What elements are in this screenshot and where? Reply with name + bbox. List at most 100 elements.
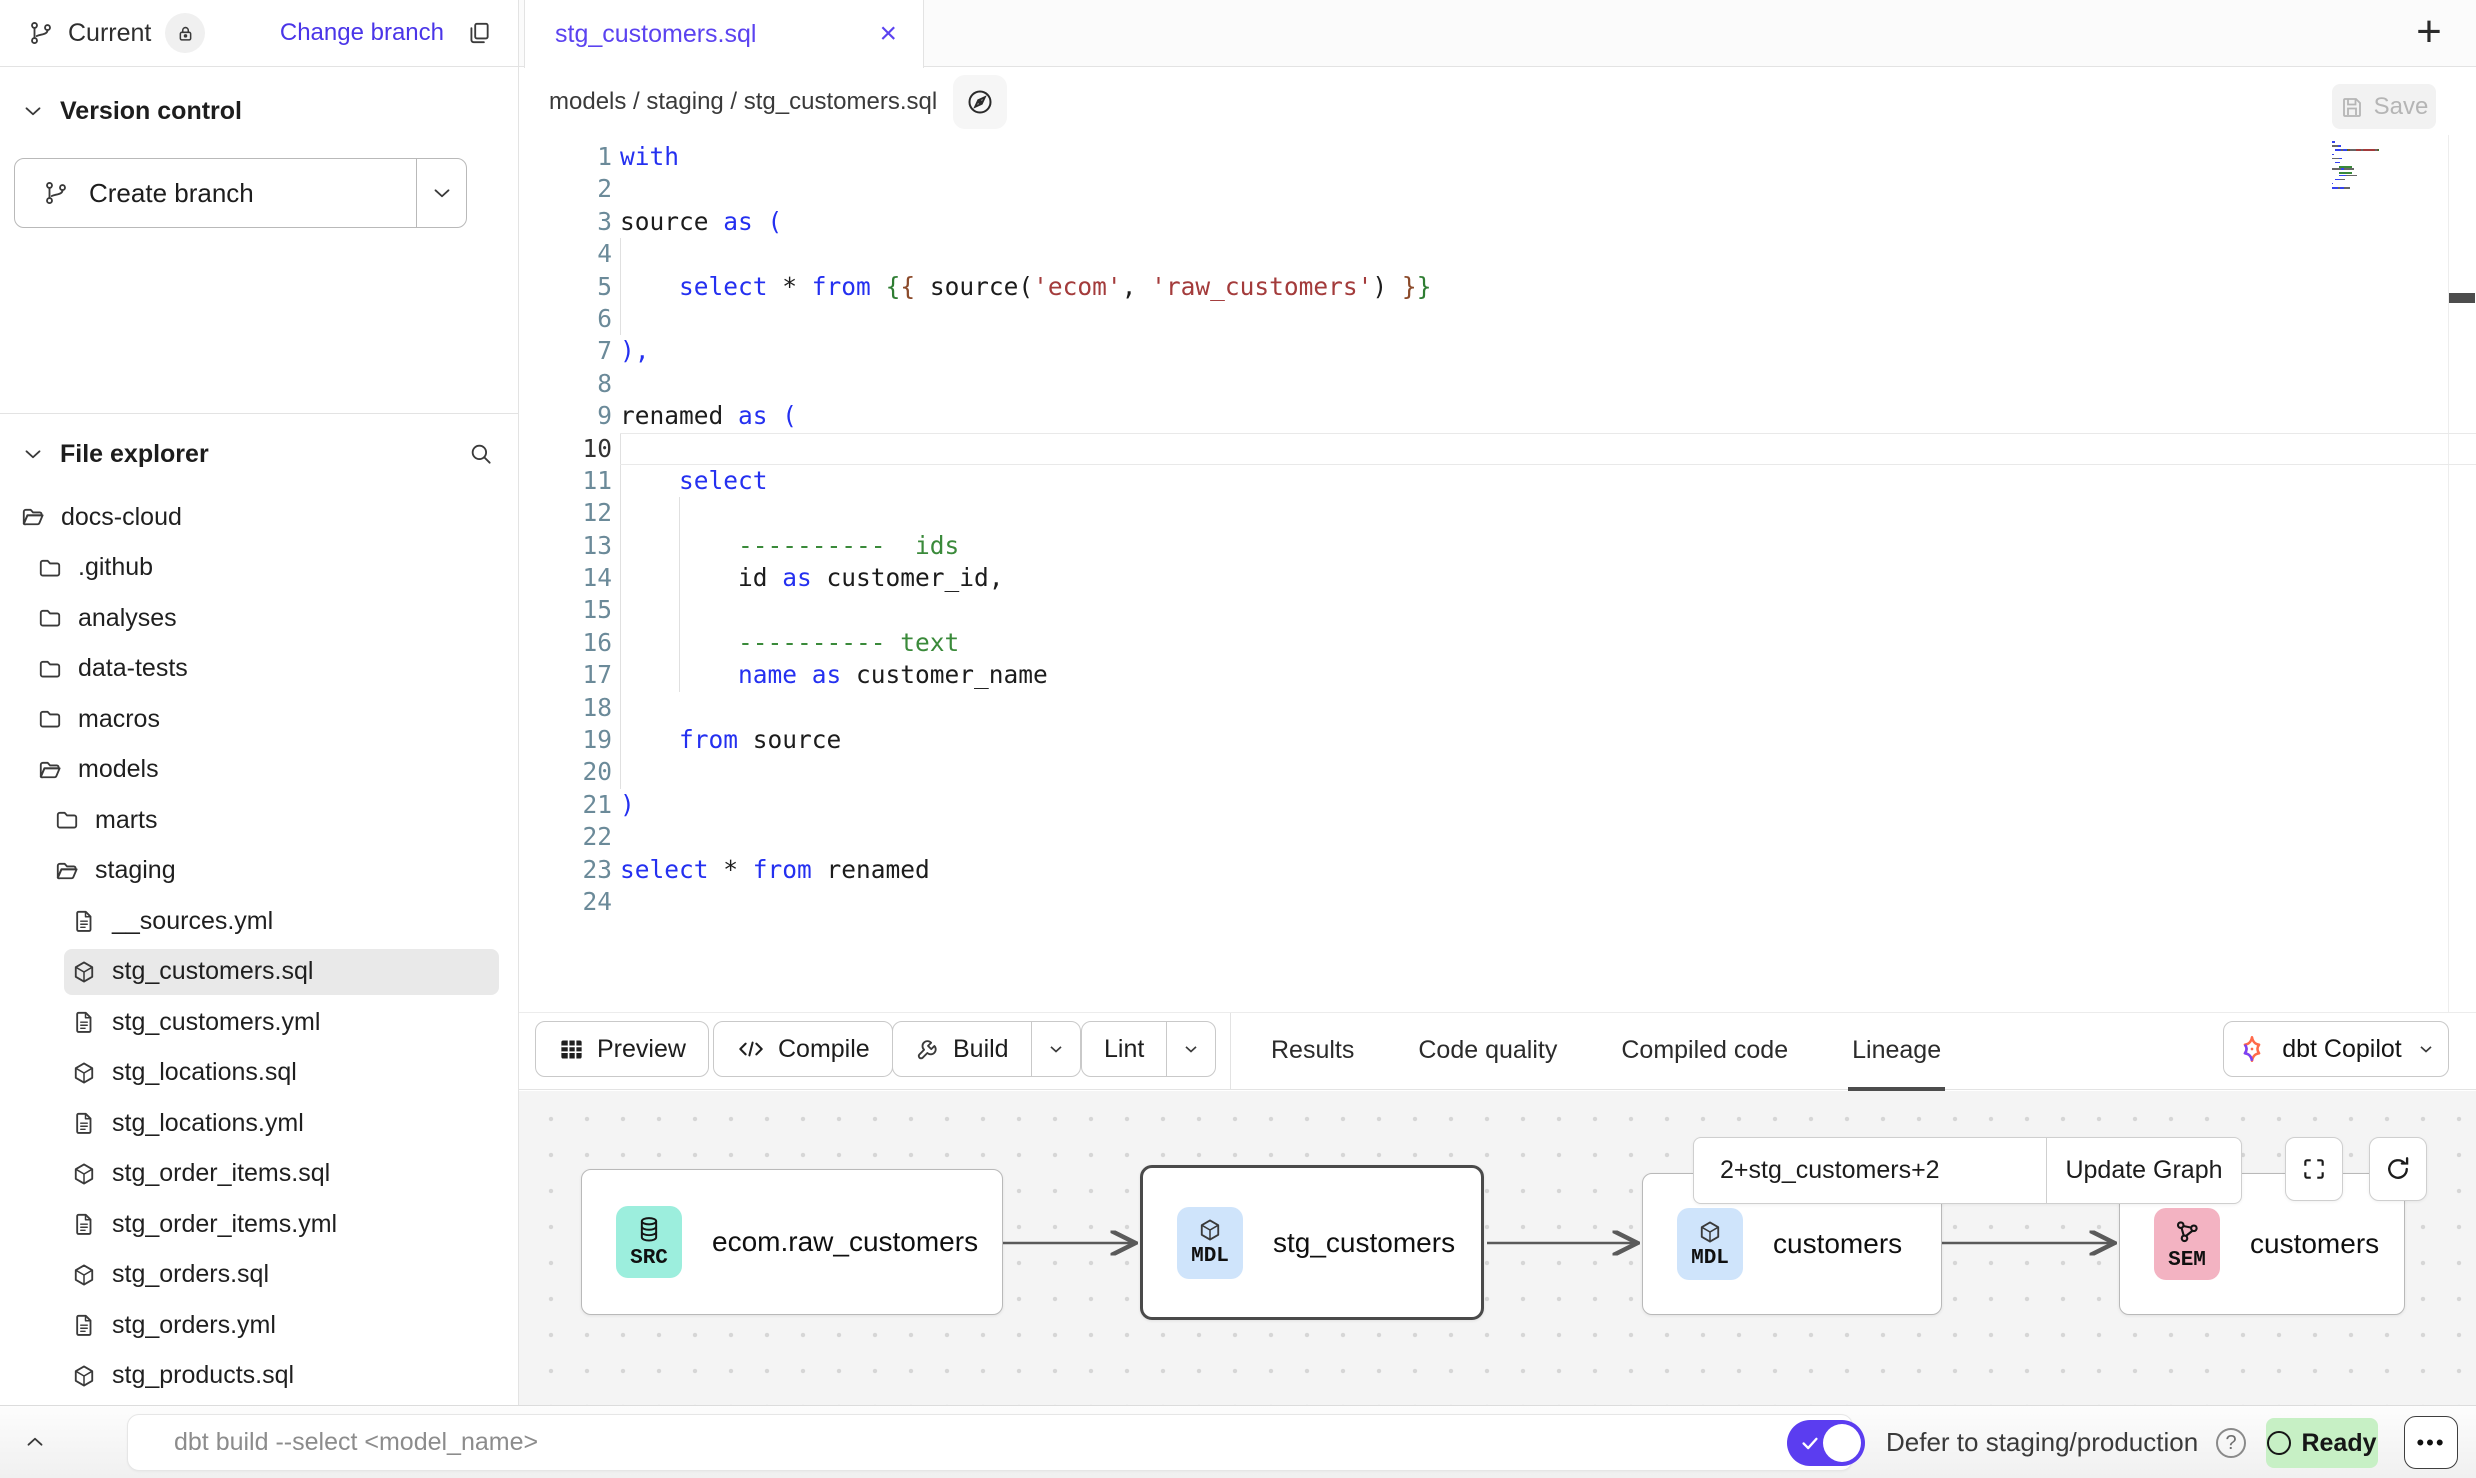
tree-item-stg-products-sql[interactable]: stg_products.sql <box>0 1351 518 1402</box>
collapse-panel-button[interactable] <box>0 1429 70 1455</box>
tree-item-stg-orders-sql[interactable]: stg_orders.sql <box>0 1250 518 1301</box>
code-line-11[interactable]: 11 select <box>519 465 2476 497</box>
panel-tab-code-quality[interactable]: Code quality <box>1414 1013 1561 1091</box>
folder-open-icon <box>54 858 80 884</box>
code-line-22[interactable]: 22 <box>519 821 2476 853</box>
help-icon[interactable]: ? <box>2216 1428 2246 1458</box>
lineage-node-stg-customers-mdl[interactable]: MDLstg_customers <box>1140 1165 1484 1320</box>
tab-title: stg_customers.sql <box>555 20 756 49</box>
code-line-16[interactable]: 16 ---------- text <box>519 627 2476 659</box>
compile-button[interactable]: Compile <box>713 1021 893 1077</box>
code-token: as <box>782 563 826 592</box>
command-input[interactable]: dbt build --select <model_name> <box>127 1414 1853 1471</box>
lineage-node-ecom-raw-customers-src[interactable]: SRCecom.raw_customers <box>581 1169 1003 1315</box>
copilot-compass-chip[interactable] <box>953 75 1007 129</box>
chevron-down-icon <box>20 441 46 467</box>
create-branch-main[interactable]: Create branch <box>15 159 416 227</box>
code-line-4[interactable]: 4 <box>519 238 2476 270</box>
code-line-2[interactable]: 2 <box>519 173 2476 205</box>
code-token: ( <box>782 401 797 430</box>
dbt-copilot-button[interactable]: dbt Copilot <box>2223 1021 2449 1077</box>
tree-item-analyses[interactable]: analyses <box>0 593 518 644</box>
copy-icon[interactable] <box>466 20 492 46</box>
tree-item-stg-customers-yml[interactable]: stg_customers.yml <box>0 997 518 1048</box>
panel-tab-compiled-code[interactable]: Compiled code <box>1617 1013 1792 1091</box>
indent-guide <box>679 530 680 562</box>
save-button[interactable]: Save <box>2332 84 2436 129</box>
code-token: ---------- text <box>738 628 959 657</box>
version-control-header[interactable]: Version control <box>0 79 518 143</box>
change-branch-link[interactable]: Change branch <box>280 19 444 47</box>
tree-item-stg-orders-yml[interactable]: stg_orders.yml <box>0 1300 518 1351</box>
close-icon[interactable]: × <box>879 19 897 49</box>
editor-tab-stg-customers[interactable]: stg_customers.sql × <box>524 0 924 68</box>
code-line-5[interactable]: 5 select * from {{ source('ecom', 'raw_c… <box>519 271 2476 303</box>
status-bar: dbt build --select <model_name> Defer to… <box>0 1405 2476 1478</box>
tree-item-marts[interactable]: marts <box>0 795 518 846</box>
file-name: stg_locations.sql <box>112 1058 297 1087</box>
version-control-title: Version control <box>60 97 242 126</box>
code-line-14[interactable]: 14 id as customer_id, <box>519 562 2476 594</box>
preview-button[interactable]: Preview <box>535 1021 709 1077</box>
tree-item--github[interactable]: .github <box>0 543 518 594</box>
code-line-15[interactable]: 15 <box>519 594 2476 626</box>
code-token: from <box>812 272 886 301</box>
code-token <box>620 725 679 754</box>
code-line-12[interactable]: 12 <box>519 497 2476 529</box>
build-button[interactable]: Build <box>892 1021 1081 1077</box>
code-line-19[interactable]: 19 from source <box>519 724 2476 756</box>
file-explorer-header[interactable]: File explorer <box>0 422 518 486</box>
search-icon[interactable] <box>468 441 494 467</box>
tree-item--sources-yml[interactable]: __sources.yml <box>0 896 518 947</box>
code-token: source( <box>930 272 1033 301</box>
code-line-17[interactable]: 17 name as customer_name <box>519 659 2476 691</box>
lint-dropdown[interactable] <box>1166 1022 1215 1076</box>
branch-bar: Current Change branch <box>0 0 518 67</box>
create-branch-button[interactable]: Create branch <box>14 158 467 228</box>
update-graph-button[interactable]: Update Graph <box>2046 1138 2241 1203</box>
new-tab-button[interactable]: + <box>2404 4 2454 60</box>
tree-item-stg-locations-sql[interactable]: stg_locations.sql <box>0 1048 518 1099</box>
defer-toggle[interactable] <box>1787 1420 1865 1466</box>
create-branch-dropdown[interactable] <box>416 159 466 227</box>
indent-guide <box>620 238 621 270</box>
code-line-24[interactable]: 24 <box>519 886 2476 918</box>
tree-item-models[interactable]: models <box>0 745 518 796</box>
code-line-8[interactable]: 8 <box>519 368 2476 400</box>
code-line-1[interactable]: 1with <box>519 141 2476 173</box>
code-line-10[interactable]: 10 <box>519 433 2476 465</box>
code-editor[interactable]: 1with23source as (45 select * from {{ so… <box>519 135 2476 1012</box>
indent-guide <box>679 562 680 594</box>
lineage-selector-input[interactable]: 2+stg_customers+2 <box>1694 1138 2046 1203</box>
tree-item-stg-customers-sql[interactable]: stg_customers.sql <box>0 947 518 998</box>
indent-guide <box>620 303 621 335</box>
code-token: 'raw_customers' <box>1151 272 1372 301</box>
code-line-6[interactable]: 6 <box>519 303 2476 335</box>
code-line-18[interactable]: 18 <box>519 692 2476 724</box>
badge-label: SRC <box>630 1247 668 1270</box>
indent-guide <box>620 530 621 562</box>
refresh-button[interactable] <box>2369 1137 2427 1201</box>
code-line-13[interactable]: 13 ---------- ids <box>519 530 2476 562</box>
node-label: customers <box>2250 1228 2379 1260</box>
tree-item-data-tests[interactable]: data-tests <box>0 644 518 695</box>
tree-item-staging[interactable]: staging <box>0 846 518 897</box>
lint-button[interactable]: Lint <box>1081 1021 1216 1077</box>
panel-tab-results[interactable]: Results <box>1267 1013 1358 1091</box>
tree-item-stg-order-items-sql[interactable]: stg_order_items.sql <box>0 1149 518 1200</box>
code-line-23[interactable]: 23select * from renamed <box>519 854 2476 886</box>
tree-item-docs-cloud[interactable]: docs-cloud <box>0 492 518 543</box>
code-line-21[interactable]: 21) <box>519 789 2476 821</box>
tree-item-stg-locations-yml[interactable]: stg_locations.yml <box>0 1098 518 1149</box>
code-line-3[interactable]: 3source as ( <box>519 206 2476 238</box>
panel-tab-lineage[interactable]: Lineage <box>1848 1013 1945 1091</box>
more-options-button[interactable]: ••• <box>2404 1416 2458 1469</box>
code-line-20[interactable]: 20 <box>519 756 2476 788</box>
status-badge-ready: Ready <box>2266 1418 2378 1468</box>
tree-item-stg-order-items-yml[interactable]: stg_order_items.yml <box>0 1199 518 1250</box>
fullscreen-button[interactable] <box>2285 1137 2343 1201</box>
tree-item-macros[interactable]: macros <box>0 694 518 745</box>
code-line-9[interactable]: 9renamed as ( <box>519 400 2476 432</box>
build-dropdown[interactable] <box>1031 1022 1080 1076</box>
code-line-7[interactable]: 7), <box>519 335 2476 367</box>
